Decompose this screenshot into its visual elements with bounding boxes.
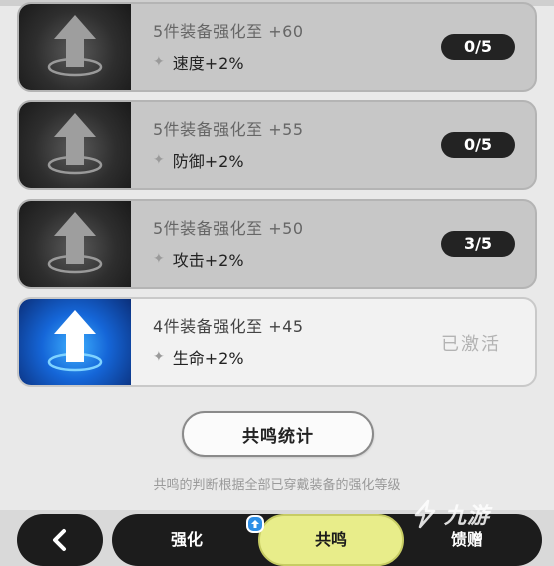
progress-badge: 3/5 — [441, 231, 515, 257]
upgrade-arrow-icon — [19, 4, 131, 90]
resonance-tier-card[interactable]: 5件装备强化至 +50 ✦ 攻击+2% 3/5 — [17, 199, 537, 289]
tier-bonus-text: 速度+2% — [172, 54, 244, 73]
back-button[interactable] — [17, 514, 103, 566]
chevron-left-icon — [53, 529, 66, 551]
resonance-stats-button[interactable]: 共鸣统计 — [182, 411, 374, 457]
tier-bonus: ✦ 生命+2% — [153, 345, 244, 369]
tier-requirement: 4件装备强化至 +45 — [153, 317, 304, 336]
tier-bonus: ✦ 防御+2% — [153, 148, 244, 172]
resonance-tier-card[interactable]: 5件装备强化至 +55 ✦ 防御+2% 0/5 — [17, 100, 537, 190]
progress-badge: 0/5 — [441, 132, 515, 158]
tier-bonus-text: 生命+2% — [172, 349, 244, 368]
upgrade-arrow-icon — [19, 201, 131, 287]
tier-bonus: ✦ 速度+2% — [153, 50, 244, 74]
sparkle-icon: ✦ — [153, 152, 165, 168]
tier-requirement: 5件装备强化至 +55 — [153, 120, 304, 139]
tab-enhance[interactable]: 强化 — [142, 514, 232, 566]
watermark: 九游 — [412, 498, 490, 530]
tier-bonus: ✦ 攻击+2% — [153, 247, 244, 271]
sparkle-icon: ✦ — [153, 251, 165, 267]
resonance-footnote: 共鸣的判断根据全部已穿戴装备的强化等级 — [153, 478, 401, 493]
sparkle-icon: ✦ — [153, 349, 165, 365]
activated-label: 已激活 — [441, 334, 501, 355]
upgrade-available-icon — [246, 515, 264, 533]
progress-badge: 0/5 — [441, 34, 515, 60]
resonance-tier-card[interactable]: 5件装备强化至 +60 ✦ 速度+2% 0/5 — [17, 2, 537, 92]
tier-requirement: 5件装备强化至 +60 — [153, 22, 304, 41]
resonance-tier-card-active[interactable]: 4件装备强化至 +45 ✦ 生命+2% 已激活 — [17, 297, 537, 387]
watermark-text: 九游 — [444, 504, 491, 529]
tier-bonus-text: 防御+2% — [172, 152, 244, 171]
tab-resonance[interactable]: 共鸣 — [258, 514, 404, 566]
tier-bonus-text: 攻击+2% — [172, 251, 244, 270]
sparkle-icon: ✦ — [153, 54, 165, 70]
tier-requirement: 5件装备强化至 +50 — [153, 219, 304, 238]
upgrade-arrow-icon — [19, 299, 131, 385]
upgrade-arrow-icon — [19, 102, 131, 188]
logo-icon — [414, 499, 436, 529]
